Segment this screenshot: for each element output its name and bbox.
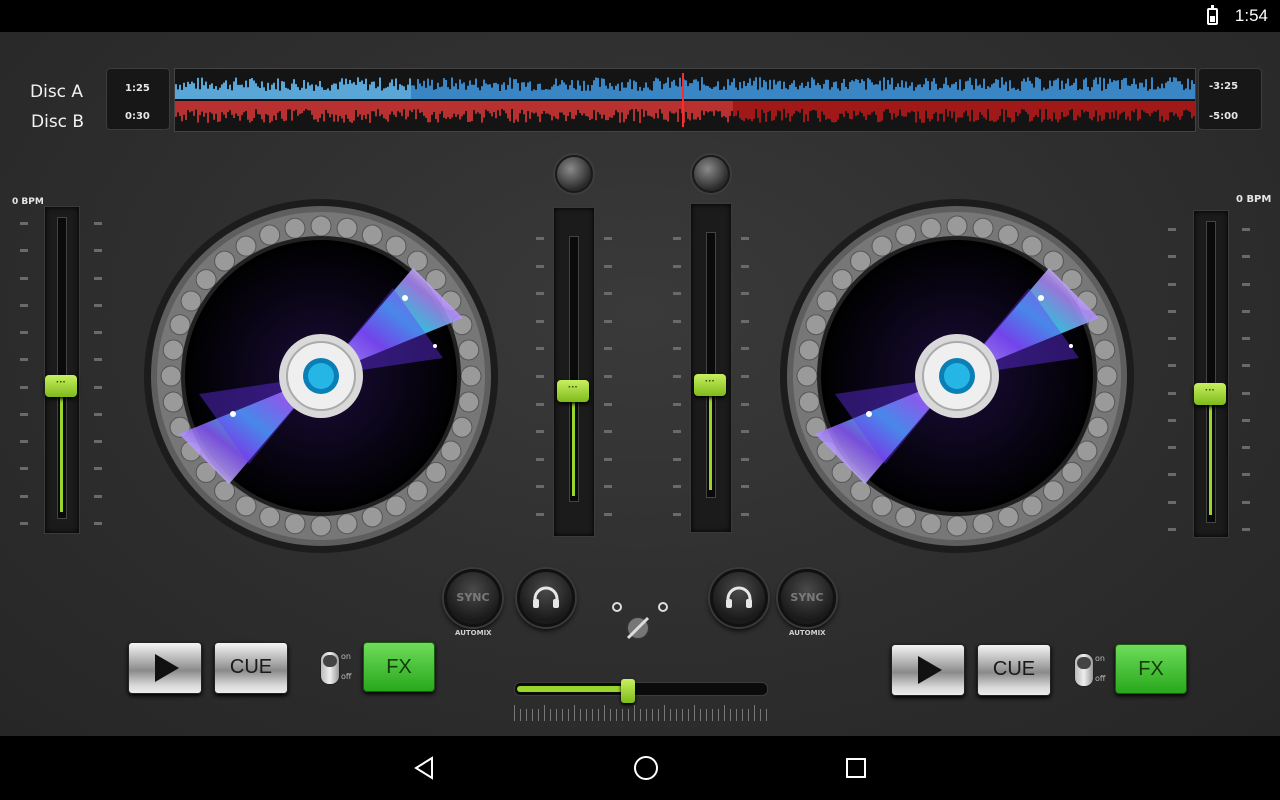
crossfader-scale bbox=[514, 705, 768, 723]
crossfader-handle[interactable] bbox=[621, 679, 635, 703]
right-cue-label: CUE bbox=[992, 658, 1036, 680]
disc-b-label: Disc B bbox=[31, 112, 85, 132]
left-slider-scale bbox=[20, 222, 110, 532]
dj-mixer-app: Disc A Disc B 1:25 0:30 -3:25 -5:00 0 BP… bbox=[0, 32, 1280, 736]
navigation-bar bbox=[0, 736, 1280, 800]
crossfader-fill bbox=[517, 686, 629, 692]
status-time: 1:54 bbox=[1234, 6, 1268, 25]
left-cue-label: CUE bbox=[229, 656, 273, 678]
left-vinyl-disc bbox=[144, 199, 498, 553]
right-fx-toggle[interactable] bbox=[1074, 653, 1094, 687]
right-toggle-on-label: on bbox=[1095, 654, 1105, 663]
battery-charging-icon bbox=[1207, 5, 1218, 25]
disc-a-label: Disc A bbox=[30, 82, 84, 102]
left-toggle-on-label: on bbox=[341, 652, 351, 661]
left-fx-toggle[interactable] bbox=[320, 651, 340, 685]
disc-a-elapsed: 1:25 bbox=[125, 83, 150, 94]
status-bar: 1:54 bbox=[0, 0, 1280, 32]
disc-b-elapsed: 0:30 bbox=[125, 111, 150, 122]
play-icon bbox=[918, 656, 942, 684]
crossfader-track[interactable] bbox=[514, 682, 768, 696]
left-sync-label: SYNC bbox=[456, 591, 490, 604]
left-toggle-off-label: off bbox=[341, 672, 352, 681]
left-play-button[interactable] bbox=[128, 642, 202, 694]
back-icon[interactable] bbox=[412, 756, 436, 780]
right-fx-button[interactable]: FX bbox=[1115, 644, 1187, 694]
right-cue-button[interactable]: CUE bbox=[977, 644, 1051, 696]
left-fx-button[interactable]: FX bbox=[363, 642, 435, 692]
left-cue-button[interactable]: CUE bbox=[214, 642, 288, 694]
remaining-time-box: -3:25 -5:00 bbox=[1198, 68, 1262, 130]
disc-a-remaining: -3:25 bbox=[1209, 81, 1239, 92]
right-turntable[interactable] bbox=[779, 198, 1135, 554]
headphones-icon bbox=[726, 586, 752, 608]
right-toggle-off-label: off bbox=[1095, 674, 1106, 683]
left-automix-label: AUTOMIX bbox=[455, 629, 492, 637]
crossfader-reset-icon[interactable] bbox=[608, 598, 668, 648]
waveform-display[interactable] bbox=[174, 68, 1196, 132]
right-play-button[interactable] bbox=[891, 644, 965, 696]
right-sync-label: SYNC bbox=[790, 591, 824, 604]
recents-icon[interactable] bbox=[845, 757, 867, 779]
right-headphone-button[interactable] bbox=[710, 569, 768, 627]
volume-b-knob[interactable] bbox=[692, 155, 730, 193]
left-bpm-label: 0 BPM bbox=[12, 197, 44, 207]
right-sync-button[interactable]: SYNC bbox=[778, 569, 836, 627]
left-turntable[interactable] bbox=[143, 198, 499, 554]
waveform-graphic bbox=[175, 69, 1195, 131]
right-bpm-label: 0 BPM bbox=[1236, 194, 1272, 205]
right-vinyl-disc bbox=[780, 199, 1134, 553]
left-sync-button[interactable]: SYNC bbox=[444, 569, 502, 627]
right-automix-label: AUTOMIX bbox=[789, 629, 826, 637]
channel-b-scale bbox=[667, 237, 752, 517]
headphones-icon bbox=[533, 586, 559, 608]
home-icon[interactable] bbox=[633, 755, 659, 781]
disc-b-remaining: -5:00 bbox=[1209, 111, 1239, 122]
volume-a-knob[interactable] bbox=[555, 155, 593, 193]
left-headphone-button[interactable] bbox=[517, 569, 575, 627]
elapsed-time-box: 1:25 0:30 bbox=[106, 68, 170, 130]
right-slider-scale bbox=[1168, 228, 1258, 538]
channel-a-scale bbox=[530, 237, 615, 517]
play-icon bbox=[155, 654, 179, 682]
